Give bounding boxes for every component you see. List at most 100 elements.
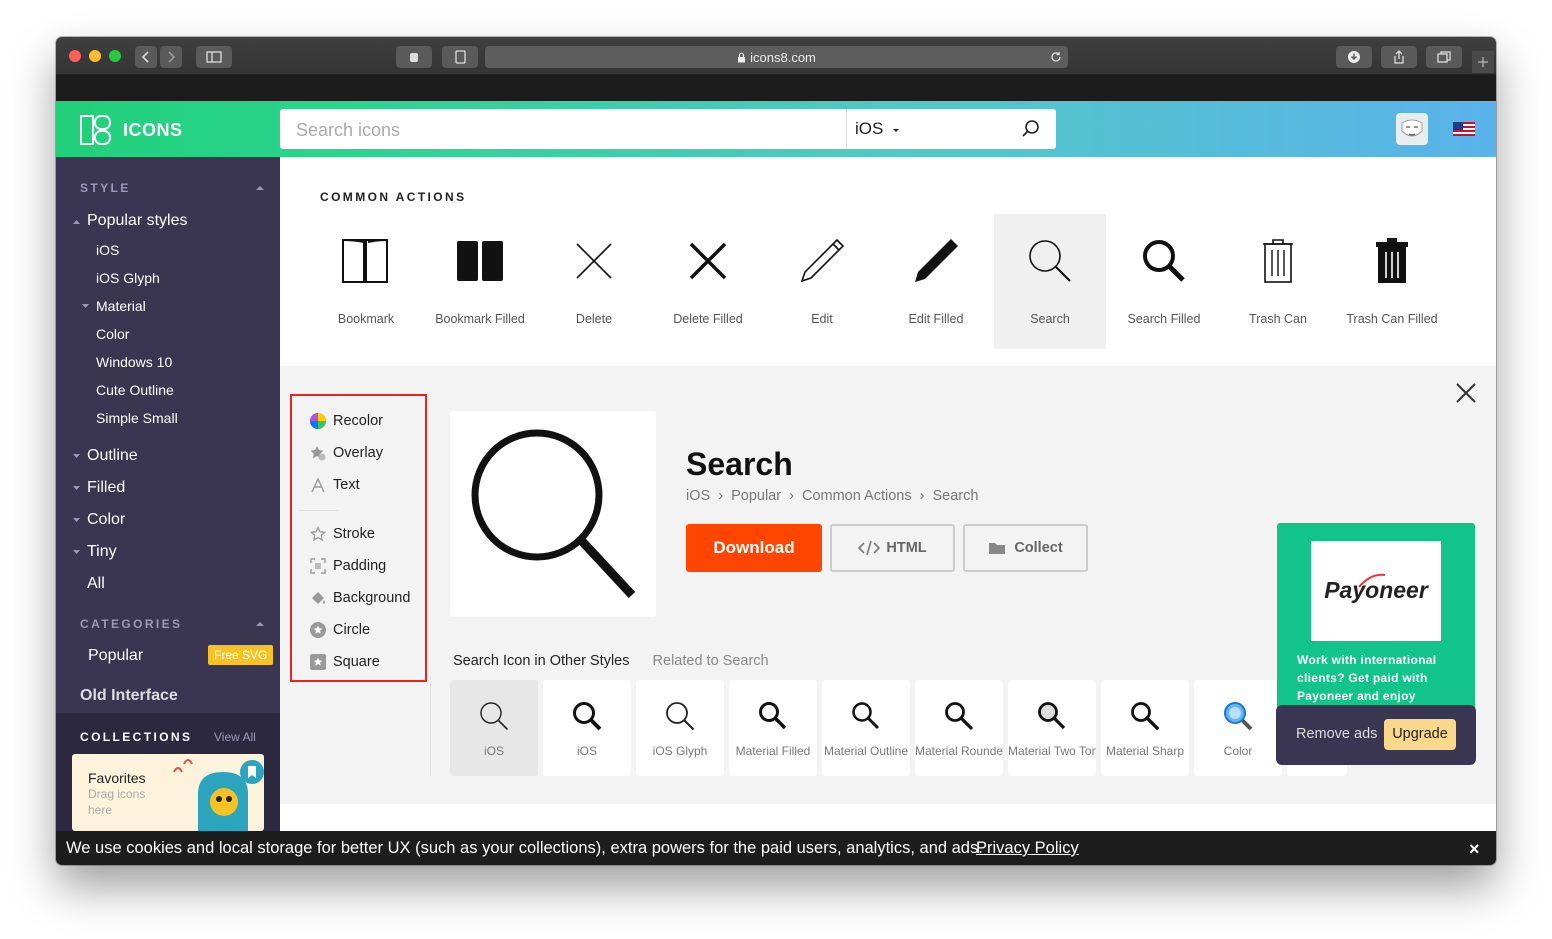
style-tile[interactable]: iOS Glyph bbox=[636, 680, 724, 776]
view-all-link[interactable]: View All bbox=[214, 730, 256, 744]
square-tool[interactable]: Square bbox=[310, 654, 380, 670]
sidebar-item-windows-10[interactable]: Windows 10 bbox=[96, 354, 172, 370]
icon-tile-edit[interactable]: Edit bbox=[766, 214, 878, 349]
collect-button[interactable]: Collect bbox=[963, 524, 1088, 572]
upgrade-button[interactable]: Upgrade bbox=[1384, 719, 1456, 750]
style-tile[interactable]: Material Sharp bbox=[1101, 680, 1189, 776]
old-interface-link[interactable]: Old Interface bbox=[80, 687, 178, 705]
expand-caret-icon bbox=[73, 220, 80, 224]
avatar[interactable] bbox=[1396, 113, 1428, 145]
tab-other-styles[interactable]: Search Icon in Other Styles bbox=[453, 653, 630, 669]
sidebar-item-ios[interactable]: iOS bbox=[96, 242, 119, 258]
lock-icon bbox=[738, 52, 746, 62]
sidebar-item-simple-small[interactable]: Simple Small bbox=[96, 410, 178, 426]
style-label: Material Outline bbox=[823, 744, 909, 758]
reload-icon[interactable] bbox=[1050, 51, 1062, 63]
cookie-close-button[interactable]: × bbox=[1469, 839, 1480, 860]
new-tab-button[interactable] bbox=[1472, 51, 1494, 73]
breadcrumb-item[interactable]: Common Actions bbox=[802, 488, 912, 504]
icon-tile-trash-can-filled[interactable]: Trash Can Filled bbox=[1336, 214, 1448, 349]
overlay-tool[interactable]: Overlay bbox=[310, 445, 383, 461]
remove-ads-label: Remove ads bbox=[1296, 726, 1378, 742]
stroke-tool[interactable]: Stroke bbox=[310, 526, 375, 542]
search-input[interactable]: Search icons bbox=[296, 120, 400, 141]
sidebar-item-ios-glyph[interactable]: iOS Glyph bbox=[96, 270, 160, 286]
circle-star-icon bbox=[310, 622, 326, 638]
sidebar-item-material[interactable]: Material bbox=[96, 298, 146, 314]
paint-bucket-icon bbox=[312, 592, 325, 604]
style-section-title: STYLE bbox=[80, 181, 131, 195]
style-tile[interactable]: Material Filled bbox=[729, 680, 817, 776]
sidebar-item-cute-outline[interactable]: Cute Outline bbox=[96, 382, 174, 398]
icon-tile-bookmark-filled[interactable]: Bookmark Filled bbox=[424, 214, 536, 349]
padding-label: Padding bbox=[333, 558, 387, 574]
share-button[interactable] bbox=[1381, 46, 1417, 68]
sidebar-item-popular-category[interactable]: Popular bbox=[88, 647, 143, 665]
icon-tile-delete[interactable]: Delete bbox=[538, 214, 650, 349]
breadcrumb: iOS › Popular › Common Actions › Search bbox=[686, 488, 978, 504]
bookmark-filled-icon bbox=[457, 241, 503, 281]
browser-window: icons8.com ICONS Search icons iOS STYLE … bbox=[56, 37, 1496, 865]
sidebar-toggle-button[interactable] bbox=[196, 46, 232, 68]
stroke-label: Stroke bbox=[333, 526, 375, 542]
background-tool[interactable]: Background bbox=[310, 590, 410, 606]
styles-tabs: Search Icon in Other Styles Related to S… bbox=[453, 653, 769, 669]
tabs-overview-button[interactable] bbox=[1426, 46, 1462, 68]
sidebar-item-outline[interactable]: Outline bbox=[87, 447, 138, 465]
html-button[interactable]: HTML bbox=[830, 524, 955, 572]
style-tile[interactable]: Material Outline bbox=[822, 680, 910, 776]
style-tile[interactable]: Material Rounded bbox=[915, 680, 1003, 776]
style-tile[interactable]: iOS bbox=[450, 680, 538, 776]
sidebar-item-popular-styles[interactable]: Popular styles bbox=[87, 212, 188, 230]
collapse-caret-icon[interactable] bbox=[256, 621, 264, 626]
downloads-button[interactable] bbox=[1336, 46, 1372, 68]
style-dropdown[interactable]: iOS bbox=[855, 119, 900, 139]
style-tile[interactable]: Material Two Tone bbox=[1008, 680, 1096, 776]
close-icon[interactable] bbox=[1455, 382, 1477, 404]
search-icon[interactable] bbox=[1021, 119, 1041, 139]
icon-tile-search-filled[interactable]: Search Filled bbox=[1108, 214, 1220, 349]
extension-button[interactable] bbox=[396, 46, 432, 68]
collapse-caret-icon[interactable] bbox=[256, 185, 264, 190]
sidebar-item-all[interactable]: All bbox=[87, 575, 105, 593]
icons8-logo-icon bbox=[80, 115, 111, 145]
tab-related[interactable]: Related to Search bbox=[653, 653, 769, 669]
search-icon bbox=[480, 702, 509, 731]
zoom-window-button[interactable] bbox=[109, 50, 121, 62]
close-window-button[interactable] bbox=[69, 50, 81, 62]
breadcrumb-item[interactable]: Search bbox=[932, 488, 978, 504]
icon-tile-trash-can[interactable]: Trash Can bbox=[1222, 214, 1334, 349]
address-bar[interactable]: icons8.com bbox=[485, 46, 1068, 68]
site-header: ICONS Search icons iOS bbox=[56, 101, 1496, 157]
ad-logo-box: Payoneer bbox=[1311, 541, 1441, 641]
collections-title: COLLECTIONS bbox=[80, 730, 193, 744]
background-label: Background bbox=[333, 590, 411, 606]
language-flag[interactable] bbox=[1453, 122, 1475, 136]
text-tool[interactable]: Text bbox=[310, 477, 360, 493]
sidebar-item-filled[interactable]: Filled bbox=[87, 479, 125, 497]
chevron-right-icon bbox=[168, 51, 176, 63]
logo[interactable]: ICONS bbox=[80, 115, 183, 145]
style-tile[interactable]: iOS bbox=[543, 680, 631, 776]
icon-tile-edit-filled[interactable]: Edit Filled bbox=[880, 214, 992, 349]
minimize-window-button[interactable] bbox=[89, 50, 101, 62]
circle-tool[interactable]: Circle bbox=[310, 622, 370, 638]
sidebar: STYLE Popular styles iOS iOS Glyph Mater… bbox=[56, 157, 280, 831]
padding-tool[interactable]: Padding bbox=[310, 558, 386, 574]
breadcrumb-item[interactable]: iOS bbox=[686, 488, 710, 504]
icon-tile-bookmark[interactable]: Bookmark bbox=[310, 214, 422, 349]
download-button[interactable]: Download bbox=[686, 524, 822, 572]
reader-button[interactable] bbox=[442, 46, 478, 68]
favorites-card[interactable]: Favorites Drag icons here bbox=[72, 754, 264, 831]
forward-button[interactable] bbox=[160, 46, 182, 68]
sidebar-item-tiny[interactable]: Tiny bbox=[87, 543, 117, 561]
sidebar-item-color[interactable]: Color bbox=[96, 326, 129, 342]
privacy-policy-link[interactable]: Privacy Policy bbox=[976, 839, 1079, 858]
recolor-tool[interactable]: Recolor bbox=[310, 413, 383, 429]
breadcrumb-item[interactable]: Popular bbox=[731, 488, 781, 504]
icon-tile-search[interactable]: Search bbox=[994, 214, 1106, 349]
icon-tile-delete-filled[interactable]: Delete Filled bbox=[652, 214, 764, 349]
back-button[interactable] bbox=[135, 46, 157, 68]
style-tile[interactable]: Color bbox=[1194, 680, 1282, 776]
sidebar-item-color-group[interactable]: Color bbox=[87, 511, 125, 529]
